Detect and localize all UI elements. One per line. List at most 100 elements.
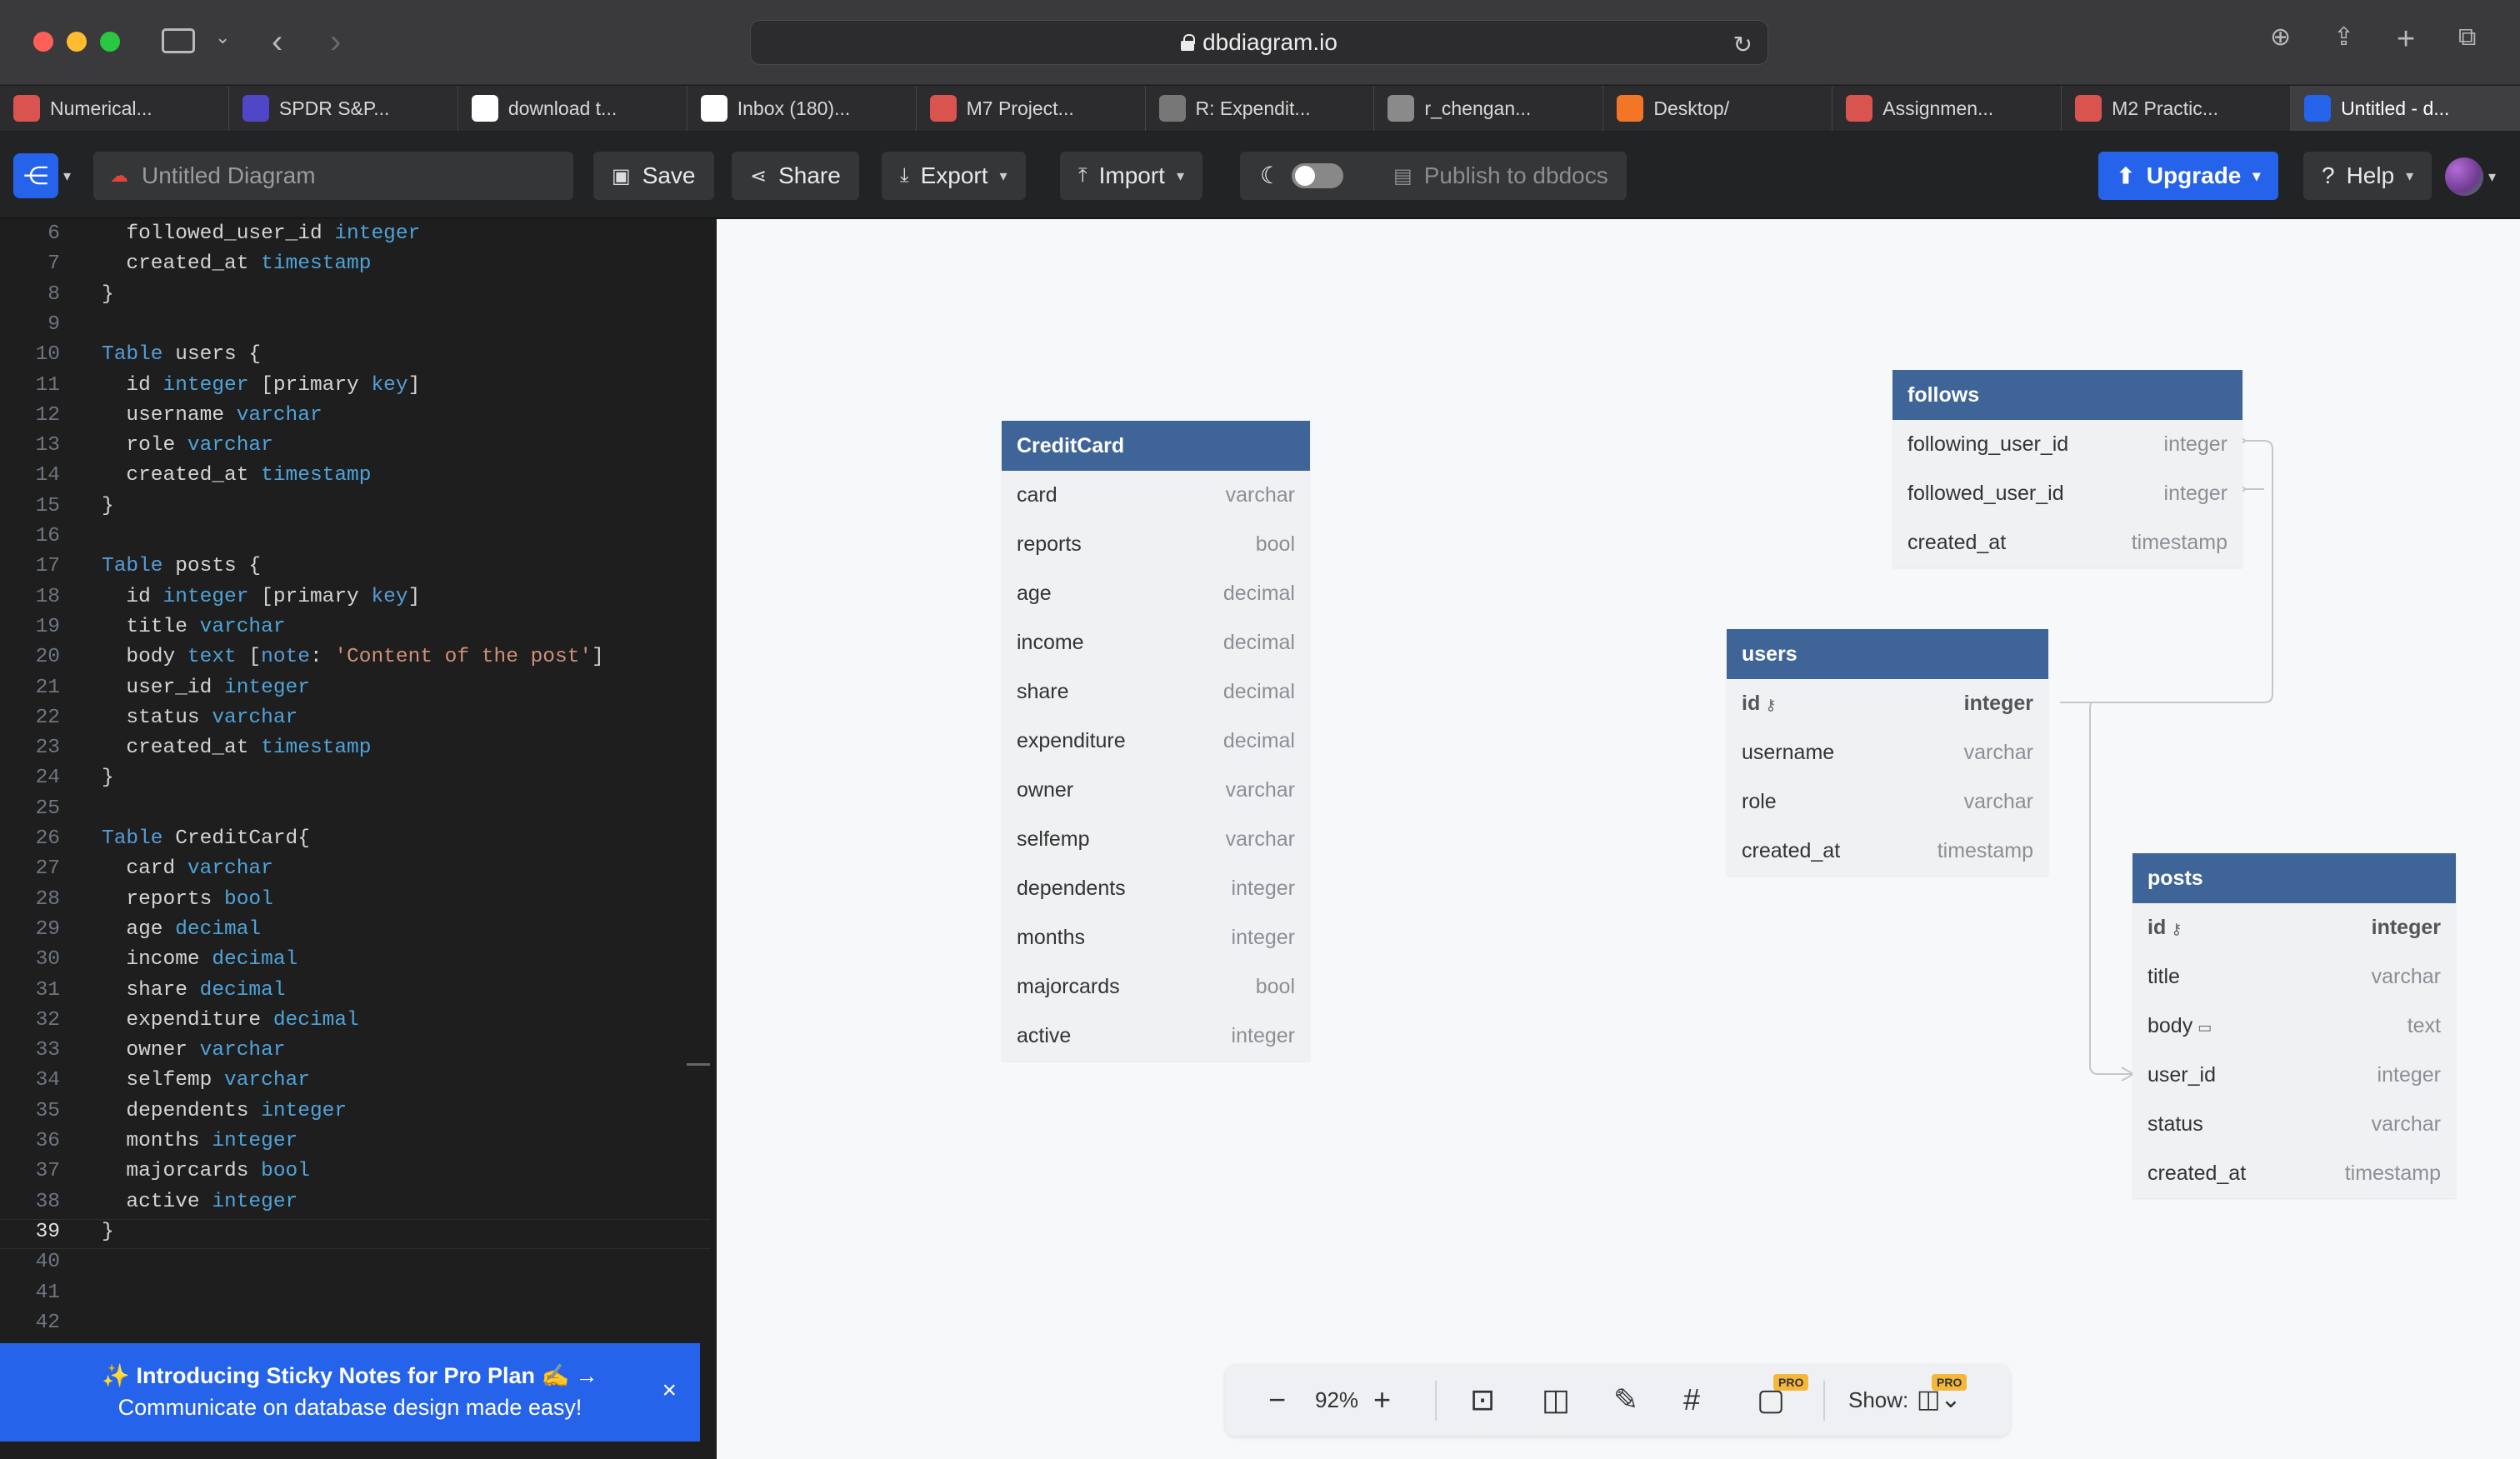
table-field-row[interactable]: created_at timestamp [2132, 1149, 2456, 1198]
code-line[interactable]: body text [note: 'Content of the post'] [102, 646, 603, 668]
minimize-window-button[interactable] [67, 32, 87, 52]
browser-tab[interactable]: r_chengan... [1374, 86, 1604, 131]
url-bar[interactable]: dbdiagram.io ↻ [750, 20, 1768, 65]
sticky-notes-banner[interactable]: ✨ Introducing Sticky Notes for Pro Plan … [0, 1343, 700, 1442]
downloads-icon[interactable]: ⊕ [2270, 25, 2291, 50]
import-button[interactable]: ⤒ Import ▾ [1060, 152, 1203, 200]
table-field-row[interactable]: username varchar [1727, 728, 2048, 777]
browser-tab[interactable]: Assignmen... [1832, 86, 2062, 131]
code-line[interactable]: card varchar [102, 857, 272, 880]
table-field-row[interactable]: owner varchar [1002, 766, 1310, 815]
code-line[interactable]: expenditure decimal [102, 1009, 358, 1032]
table-field-row[interactable]: created_at timestamp [1727, 827, 2048, 876]
code-line[interactable]: reports bool [102, 888, 272, 911]
table-field-row[interactable]: months integer [1002, 913, 1310, 962]
table-follows[interactable]: follows following_user_id integer followed… [1892, 370, 2242, 567]
browser-tab[interactable]: Numerical... [0, 86, 229, 131]
browser-tab[interactable]: M7 Project... [917, 86, 1146, 131]
code-line[interactable]: title varchar [102, 616, 285, 638]
reload-icon[interactable]: ↻ [1733, 31, 1752, 58]
table-field-row[interactable]: created_at timestamp [1892, 518, 2242, 567]
code-line[interactable]: income decimal [102, 948, 298, 971]
user-avatar-button[interactable]: ▾ [2445, 157, 2512, 197]
browser-tab[interactable]: Inbox (180)... [688, 86, 917, 131]
zoom-window-button[interactable] [100, 32, 120, 52]
code-line[interactable]: majorcards bool [102, 1160, 310, 1182]
back-icon[interactable]: ‹ [272, 25, 282, 58]
table-field-row[interactable]: expenditure decimal [1002, 717, 1310, 766]
fit-to-screen-icon[interactable]: ⊡ [1470, 1381, 1495, 1419]
save-button[interactable]: ▣ Save [593, 152, 714, 200]
tab-overview-icon[interactable]: ⧉ [2458, 25, 2476, 50]
table-posts[interactable]: posts id ⚷ integer title varchar body ▭ text use… [2132, 853, 2456, 1198]
code-line[interactable]: dependents integer [102, 1100, 347, 1122]
diagram-title-input[interactable]: ☁ Untitled Diagram [93, 152, 573, 200]
share-icon[interactable]: ⇪ [2333, 25, 2354, 50]
table-field-row[interactable]: status varchar [2132, 1100, 2456, 1149]
code-line[interactable]: selfemp varchar [102, 1069, 310, 1092]
table-field-row[interactable]: id ⚷ integer [1727, 679, 2048, 728]
table-field-row[interactable]: user_id integer [2132, 1051, 2456, 1100]
code-line[interactable]: username varchar [102, 404, 322, 427]
close-icon[interactable]: × [662, 1375, 677, 1407]
frame-icon[interactable]: # [1683, 1381, 1700, 1419]
close-window-button[interactable] [33, 32, 53, 52]
code-line[interactable]: active integer [102, 1191, 298, 1213]
code-line[interactable]: share decimal [102, 979, 285, 1002]
help-button[interactable]: ? Help ▾ [2303, 152, 2432, 200]
code-line[interactable]: } [102, 495, 114, 517]
code-line[interactable]: user_id integer [102, 677, 310, 699]
code-line[interactable]: Table CreditCard{ [102, 827, 310, 850]
code-line[interactable]: owner varchar [102, 1039, 285, 1062]
code-editor[interactable]: 6 followed_user_id integer 7 created_at t… [0, 219, 717, 1459]
code-line[interactable]: } [102, 283, 114, 306]
code-line[interactable]: followed_user_id integer [102, 222, 420, 245]
table-field-row[interactable]: reports bool [1002, 520, 1310, 569]
table-field-row[interactable]: majorcards bool [1002, 962, 1310, 1012]
table-field-row[interactable]: following_user_id integer [1892, 420, 2242, 469]
browser-tab[interactable]: Desktop/ [1603, 86, 1833, 131]
chevron-down-icon[interactable]: ⌄ [215, 28, 230, 47]
code-line[interactable]: role varchar [102, 434, 272, 457]
export-button[interactable]: ⤓ Export ▾ [882, 152, 1026, 200]
diagram-canvas[interactable]: CreditCard card varchar reports bool age deci… [717, 219, 2520, 1459]
new-tab-icon[interactable]: + [2397, 23, 2415, 55]
table-field-row[interactable]: active integer [1002, 1012, 1310, 1061]
table-field-row[interactable]: body ▭ text [2132, 1002, 2456, 1051]
table-field-row[interactable]: role varchar [1727, 777, 2048, 827]
table-field-row[interactable]: age decimal [1002, 569, 1310, 618]
table-field-row[interactable]: income decimal [1002, 618, 1310, 667]
browser-tab[interactable]: download t... [458, 86, 688, 131]
sidebar-toggle-icon[interactable] [162, 28, 195, 53]
table-field-row[interactable]: share decimal [1002, 667, 1310, 717]
highlighter-icon[interactable]: ✎ [1613, 1381, 1638, 1419]
table-users[interactable]: users id ⚷ integer username varchar role varch… [1727, 629, 2048, 876]
share-button[interactable]: ⋖ Share [732, 152, 859, 200]
table-field-row[interactable]: followed_user_id integer [1892, 469, 2242, 518]
dbdiagram-logo-button[interactable]: ⋲ ▾ [13, 152, 80, 200]
browser-tab[interactable]: M2 Practic... [2062, 86, 2292, 131]
auto-arrange-icon[interactable]: ◫ [1542, 1381, 1570, 1419]
forward-icon[interactable]: › [330, 25, 341, 58]
code-line[interactable]: months integer [102, 1130, 298, 1152]
browser-tab[interactable]: R: Expendit... [1146, 86, 1375, 131]
code-line[interactable]: created_at timestamp [102, 252, 371, 275]
table-field-row[interactable]: dependents integer [1002, 864, 1310, 913]
upgrade-button[interactable]: ⬆ Upgrade ▾ [2098, 152, 2279, 200]
table-field-row[interactable]: title varchar [2132, 952, 2456, 1002]
code-line[interactable]: Table users { [102, 343, 261, 366]
code-line[interactable]: created_at timestamp [102, 464, 371, 487]
table-creditcard[interactable]: CreditCard card varchar reports bool age deci… [1002, 421, 1310, 1061]
publish-dbdocs-button[interactable]: ▤ Publish to dbdocs [1375, 152, 1627, 200]
code-line[interactable]: created_at timestamp [102, 737, 371, 759]
browser-tab[interactable]: Untitled - d... [2291, 86, 2520, 131]
table-field-row[interactable]: selfemp varchar [1002, 815, 1310, 864]
code-line[interactable]: Table posts { [102, 555, 261, 577]
zoom-out-button[interactable]: − [1268, 1381, 1286, 1419]
code-line[interactable]: id integer [primary key] [102, 586, 420, 608]
table-field-row[interactable]: id ⚷ integer [2132, 903, 2456, 952]
dark-mode-toggle[interactable]: ☾ [1240, 152, 1382, 200]
code-line[interactable]: id integer [primary key] [102, 374, 420, 397]
browser-tab[interactable]: SPDR S&P... [229, 86, 458, 131]
code-line[interactable]: age decimal [102, 918, 261, 941]
